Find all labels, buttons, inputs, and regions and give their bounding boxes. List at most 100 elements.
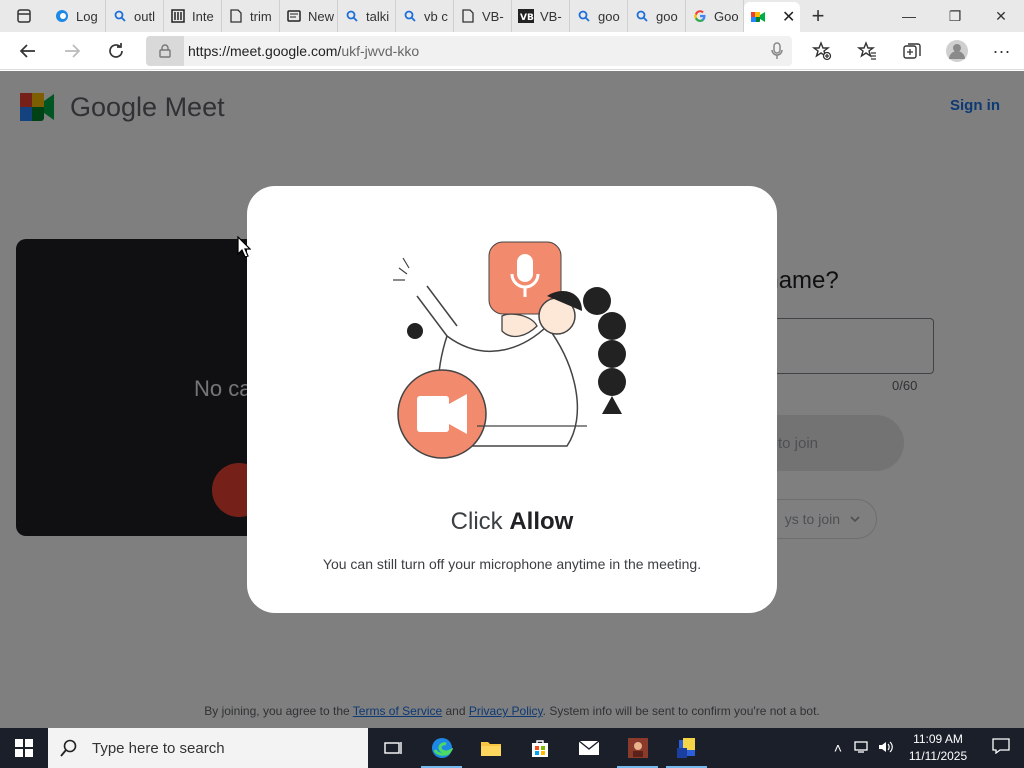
search-placeholder: Type here to search xyxy=(92,739,225,757)
window-controls: — ❐ ✕ xyxy=(886,0,1024,32)
profile-button[interactable] xyxy=(934,32,979,70)
add-favorite-button[interactable] xyxy=(799,32,844,70)
google-icon xyxy=(692,8,708,24)
browser-tab[interactable]: Log xyxy=(48,0,106,32)
tab-label: VB- xyxy=(540,8,562,24)
settings-more-button[interactable]: ··· xyxy=(979,32,1024,70)
meet-icon xyxy=(750,9,766,25)
restore-button[interactable]: ❐ xyxy=(932,0,978,32)
task-view-button[interactable] xyxy=(368,728,417,768)
tab-label: trim xyxy=(250,8,272,24)
browser-tab[interactable]: VB VB- xyxy=(512,0,570,32)
favorites-icon xyxy=(856,41,876,60)
star-plus-icon xyxy=(811,41,831,61)
file-explorer-button[interactable] xyxy=(466,728,515,768)
clock[interactable]: 11:09 AM 11/11/2025 xyxy=(898,731,978,765)
newsletter-icon xyxy=(286,8,302,24)
notification-icon xyxy=(992,737,1010,754)
dialog-subtitle: You can still turn off your microphone a… xyxy=(322,556,702,572)
permission-dialog: Click Allow You can still turn off your … xyxy=(247,186,777,613)
task-view-icon xyxy=(383,742,402,754)
dialog-title: Click Allow xyxy=(247,508,777,536)
mail-button[interactable] xyxy=(564,728,613,768)
store-icon xyxy=(531,740,548,757)
close-tab-icon[interactable]: ✕ xyxy=(782,7,795,27)
vb-app-icon xyxy=(676,738,695,758)
folder-icon xyxy=(480,742,501,756)
tab-label: vb c xyxy=(424,8,448,24)
url-host: https://meet.google.com/ xyxy=(188,43,342,59)
tab-label: New xyxy=(308,8,335,24)
clock-date: 11/11/2025 xyxy=(908,749,968,763)
browser-tab[interactable]: Inte xyxy=(164,0,222,32)
chevron-up-icon[interactable]: ˄ xyxy=(826,740,850,756)
browser-tab[interactable]: trim xyxy=(222,0,280,32)
favorites-button[interactable] xyxy=(844,32,889,70)
dialog-title-allow: Allow xyxy=(509,508,574,535)
browser-tab[interactable]: goo xyxy=(570,0,628,32)
media-app-button[interactable] xyxy=(613,728,662,768)
browser-tab[interactable]: New xyxy=(280,0,338,32)
more-dots-icon: ··· xyxy=(992,40,1011,61)
search-icon xyxy=(634,8,650,24)
search-icon xyxy=(344,8,360,24)
vb-icon: VB xyxy=(518,8,534,24)
search-icon xyxy=(576,8,592,24)
tab-label: goo xyxy=(656,8,678,24)
windows-taskbar: Type here to search ˄ 11:09 AM 11/11/202… xyxy=(0,728,1024,768)
mail-icon xyxy=(578,740,599,755)
document-icon xyxy=(460,8,476,24)
edge-taskbar-button[interactable] xyxy=(417,728,466,768)
svg-text:VB: VB xyxy=(520,13,534,23)
tab-label: Log xyxy=(76,8,98,24)
tab-label: VB- xyxy=(482,8,504,24)
url-field[interactable]: https://meet.google.com/ukf-jwvd-kko xyxy=(146,36,792,66)
search-icon xyxy=(60,739,77,757)
minimize-button[interactable]: — xyxy=(886,0,932,32)
address-bar-actions: ··· xyxy=(754,32,1024,70)
taskbar-search-box[interactable]: Type here to search xyxy=(48,728,368,768)
store-button[interactable] xyxy=(515,728,564,768)
browser-tab[interactable]: goo xyxy=(628,0,686,32)
document-icon xyxy=(228,8,244,24)
mouse-cursor-icon xyxy=(237,236,251,258)
network-icon[interactable] xyxy=(850,740,874,757)
close-window-button[interactable]: ✕ xyxy=(978,0,1024,32)
notifications-button[interactable] xyxy=(978,737,1024,759)
refresh-button[interactable] xyxy=(94,32,138,70)
lock-icon[interactable] xyxy=(146,36,184,66)
allow-microphone-illustration xyxy=(393,241,626,459)
new-tab-button[interactable]: + xyxy=(800,3,836,29)
browser-tab[interactable]: VB- xyxy=(454,0,512,32)
volume-icon[interactable] xyxy=(874,740,898,757)
browser-tab[interactable]: Goo xyxy=(686,0,744,32)
refresh-icon xyxy=(109,42,123,58)
tab-actions-icon xyxy=(17,9,31,23)
browser-tab[interactable]: outl xyxy=(106,0,164,32)
tab-label: outl xyxy=(134,8,155,24)
media-app-icon xyxy=(627,738,648,758)
back-arrow-icon xyxy=(19,43,35,58)
vb-app-button[interactable] xyxy=(662,728,711,768)
edge-icon xyxy=(54,8,70,24)
browser-tab-bar: Log outl Inte trim New talki vb c VB- VB… xyxy=(0,0,1024,32)
search-icon xyxy=(402,8,418,24)
browser-tab-active[interactable]: ✕ xyxy=(744,2,800,32)
start-button[interactable] xyxy=(0,728,48,768)
tab-label: goo xyxy=(598,8,620,24)
avatar-icon xyxy=(945,40,968,62)
forward-arrow-icon xyxy=(65,43,81,58)
dialog-title-prefix: Click xyxy=(450,508,510,535)
forward-button[interactable] xyxy=(50,32,94,70)
back-button[interactable] xyxy=(6,32,50,70)
tab-label: talki xyxy=(366,8,390,24)
collections-button[interactable] xyxy=(889,32,934,70)
tab-actions-button[interactable] xyxy=(0,0,48,32)
collections-icon xyxy=(902,43,921,59)
tab-label: Goo xyxy=(714,8,739,24)
microphone-button[interactable] xyxy=(754,32,799,70)
library-icon xyxy=(170,8,186,24)
browser-tab[interactable]: talki xyxy=(338,0,396,32)
browser-tab[interactable]: vb c xyxy=(396,0,454,32)
system-tray: ˄ 11:09 AM 11/11/2025 xyxy=(826,728,1024,768)
